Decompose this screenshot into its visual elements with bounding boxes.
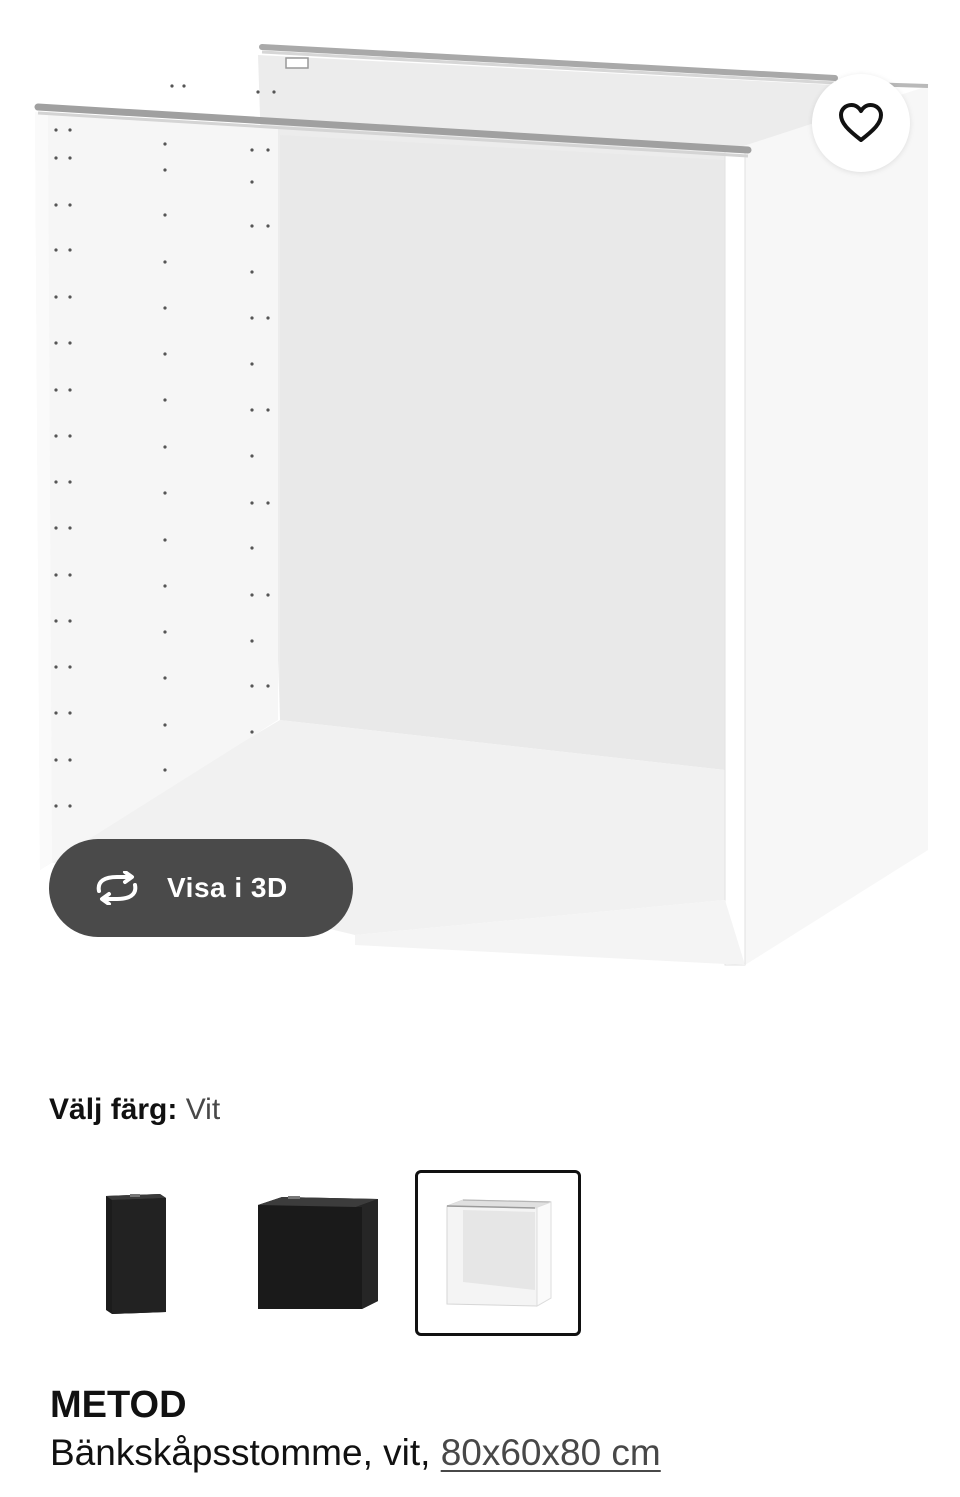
- color-swatches: [0, 1168, 960, 1340]
- product-page: Visa i 3D Välj färg: Vit METOD Bänkskåps…: [0, 0, 960, 1497]
- white-cabinet-thumbnail: [446, 1199, 552, 1307]
- view-in-3d-button[interactable]: Visa i 3D: [49, 839, 353, 937]
- rotate-arrows-icon: [91, 868, 143, 908]
- view-in-3d-label: Visa i 3D: [167, 872, 288, 903]
- product-description: Bänkskåpsstomme, vit, 80x60x80 cm: [50, 1430, 661, 1476]
- product-image[interactable]: Visa i 3D: [0, 0, 960, 1000]
- color-selection-line: Välj färg: Vit: [49, 1090, 220, 1130]
- swatch-black-wide[interactable]: [234, 1170, 400, 1336]
- black-narrow-cabinet-thumbnail: [106, 1194, 166, 1314]
- swatch-white[interactable]: [415, 1170, 581, 1336]
- swatch-black-narrow[interactable]: [52, 1170, 218, 1336]
- heart-outline-icon: [838, 102, 884, 144]
- favorite-button[interactable]: [812, 74, 910, 172]
- black-wide-cabinet-thumbnail: [258, 1196, 378, 1309]
- color-label: Välj färg:: [49, 1093, 178, 1126]
- selected-color-value: Vit: [185, 1093, 221, 1126]
- product-description-text: Bänkskåpsstomme, vit,: [50, 1432, 431, 1473]
- size-link[interactable]: 80x60x80 cm: [441, 1432, 661, 1473]
- product-name: METOD: [50, 1384, 187, 1426]
